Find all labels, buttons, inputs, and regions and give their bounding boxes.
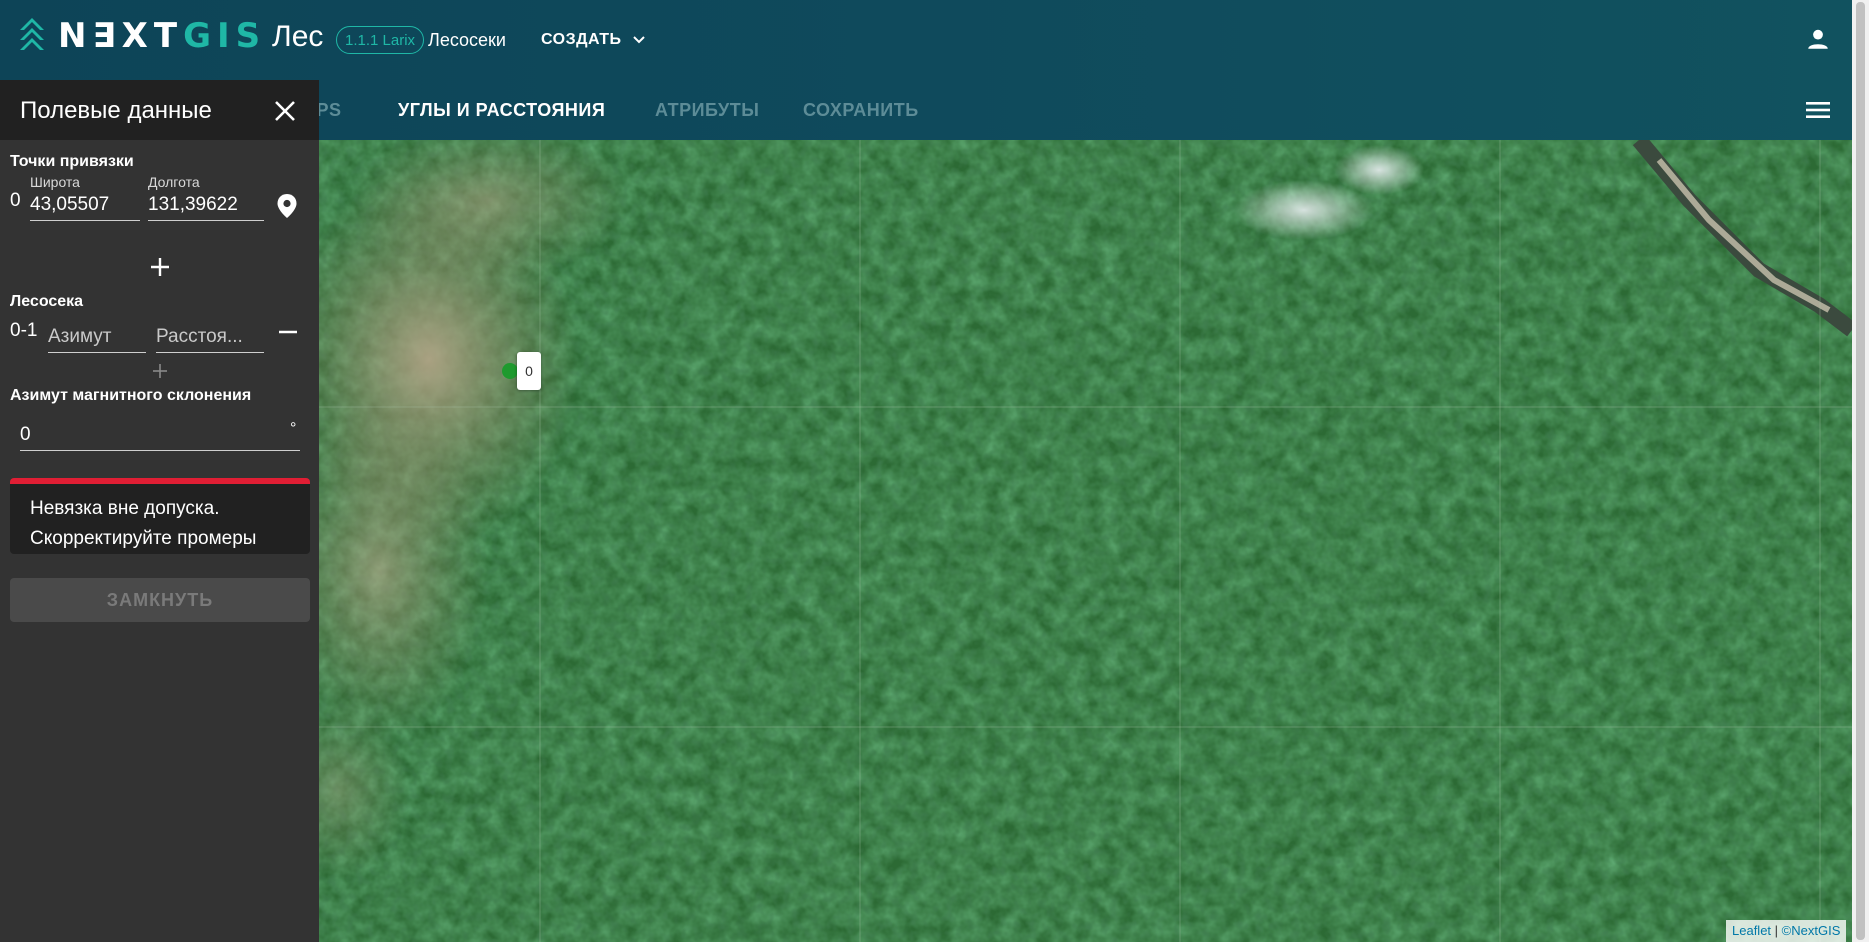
tab-angles-distances[interactable]: УГЛЫ И РАССТОЯНИЯ <box>398 98 605 122</box>
create-menu-label: СОЗДАТЬ <box>541 31 622 48</box>
tab-save[interactable]: СОХРАНИТЬ <box>803 98 919 122</box>
alert-message: Невязка вне допуска. Скорректируйте пром… <box>30 494 256 554</box>
panel-title: Полевые данные <box>20 97 212 124</box>
page-scrollbar[interactable] <box>1852 0 1869 942</box>
field-data-panel: Полевые данные Точки привязки 0 Широта Д… <box>0 80 319 942</box>
logo-wordmark: N∃XTGIS <box>58 16 267 56</box>
latitude-input[interactable] <box>30 194 140 221</box>
longitude-label: Долгота <box>148 174 200 190</box>
panel-header: Полевые данные <box>0 80 319 140</box>
anchor-point-marker[interactable] <box>502 363 518 379</box>
nextgis-link[interactable]: ©NextGIS <box>1782 923 1841 938</box>
plot-label: Лесосека <box>10 293 84 310</box>
azimuth-input[interactable] <box>48 326 146 353</box>
chevron-down-icon <box>632 36 645 44</box>
add-anchor-point-plus-icon[interactable] <box>149 256 171 278</box>
app-title: Лес <box>272 20 324 53</box>
close-icon[interactable] <box>272 98 298 124</box>
distance-input[interactable] <box>156 326 264 353</box>
anchor-point-label: 0 <box>517 352 541 390</box>
top-app-bar: N∃XTGIS Лес 1.1.1 Larix Лесосеки СОЗДАТЬ <box>0 0 1852 80</box>
anchor-point-index: 0 <box>10 190 21 211</box>
leaflet-link[interactable]: Leaflet <box>1732 923 1771 938</box>
scrollbar-thumb[interactable] <box>1856 2 1865 940</box>
alert-line-2: Скорректируйте промеры <box>30 528 257 549</box>
anchor-points-label: Точки привязки <box>10 153 134 170</box>
longitude-input[interactable] <box>148 194 264 221</box>
latitude-label: Широта <box>30 174 80 190</box>
plot-segment-index: 0-1 <box>10 320 38 341</box>
nextgis-logo[interactable]: N∃XTGIS <box>18 18 266 54</box>
nextgis-tree-icon <box>20 18 44 50</box>
alert-line-1: Невязка вне допуска. <box>30 498 220 519</box>
satellite-imagery <box>319 140 1852 942</box>
create-menu-button[interactable]: СОЗДАТЬ <box>541 28 646 52</box>
magnetic-declination-label: Азимут магнитного склонения <box>10 387 252 404</box>
satellite-map[interactable] <box>319 140 1852 942</box>
account-icon[interactable] <box>1805 26 1831 52</box>
tab-attributes[interactable]: АТРИБУТЫ <box>655 98 759 122</box>
map-attribution: Leaflet | ©NextGIS <box>1726 920 1847 942</box>
add-segment-plus-icon[interactable] <box>152 363 168 379</box>
degree-unit: ° <box>290 420 297 437</box>
minus-icon[interactable] <box>277 326 299 338</box>
close-polygon-button[interactable]: ЗАМКНУТЬ <box>10 578 310 622</box>
hamburger-menu-icon[interactable] <box>1805 98 1831 122</box>
misclosure-alert: Невязка вне допуска. Скорректируйте пром… <box>10 478 310 554</box>
version-badge: 1.1.1 Larix <box>336 26 425 54</box>
map-marker-icon[interactable] <box>276 193 298 219</box>
declination-input[interactable] <box>20 424 300 451</box>
nav-link-cutting-areas[interactable]: Лесосеки <box>428 28 506 52</box>
attribution-separator: | <box>1771 923 1782 938</box>
